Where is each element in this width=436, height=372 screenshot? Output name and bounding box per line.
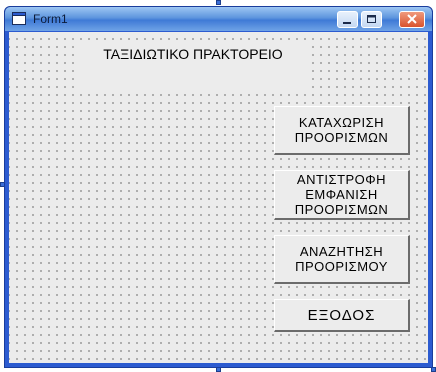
- maximize-icon: [367, 15, 376, 23]
- minimize-icon: [343, 22, 351, 24]
- form-window-icon: [12, 12, 26, 25]
- search-destination-button[interactable]: ΑΝΑΖΗΤΗΣΗ ΠΡΟΟΡΙΣΜΟΥ: [274, 235, 410, 284]
- exit-button[interactable]: ΕΞΟΔΟΣ: [274, 299, 410, 332]
- minimize-button[interactable]: [337, 11, 358, 28]
- close-button[interactable]: [399, 11, 425, 28]
- register-destinations-button[interactable]: ΚΑΤΑΧΩΡΙΣΗ ΠΡΟΟΡΙΣΜΩΝ: [274, 106, 410, 155]
- window-title: Form1: [33, 12, 68, 26]
- form-client-area[interactable]: ΤΑΞΙΔΙΩΤΙΚΟ ΠΡΑΚΤΟΡΕΙΟ ΚΑΤΑΧΩΡΙΣΗ ΠΡΟΟΡΙ…: [9, 32, 428, 363]
- resize-handle-top[interactable]: [216, 0, 221, 5]
- reverse-display-destinations-button[interactable]: ΑΝΤΙΣΤΡΟΦΗ ΕΜΦΑΝΙΣΗ ΠΡΟΟΡΙΣΜΩΝ: [274, 170, 410, 220]
- app-heading-label: ΤΑΞΙΔΙΩΤΙΚΟ ΠΡΑΚΤΟΡΕΙΟ: [75, 41, 311, 89]
- title-bar[interactable]: Form1: [5, 7, 432, 31]
- form-designer-surface: Form1 ΤΑΞΙΔΙΩΤΙΚΟ ΠΡΑΚΤΟΡΕΙΟ ΚΑΤΑΧΩΡΙΣΗ …: [0, 0, 436, 372]
- maximize-button[interactable]: [361, 11, 382, 28]
- form-window: Form1 ΤΑΞΙΔΙΩΤΙΚΟ ΠΡΑΚΤΟΡΕΙΟ ΚΑΤΑΧΩΡΙΣΗ …: [4, 6, 433, 368]
- close-icon: [407, 14, 417, 24]
